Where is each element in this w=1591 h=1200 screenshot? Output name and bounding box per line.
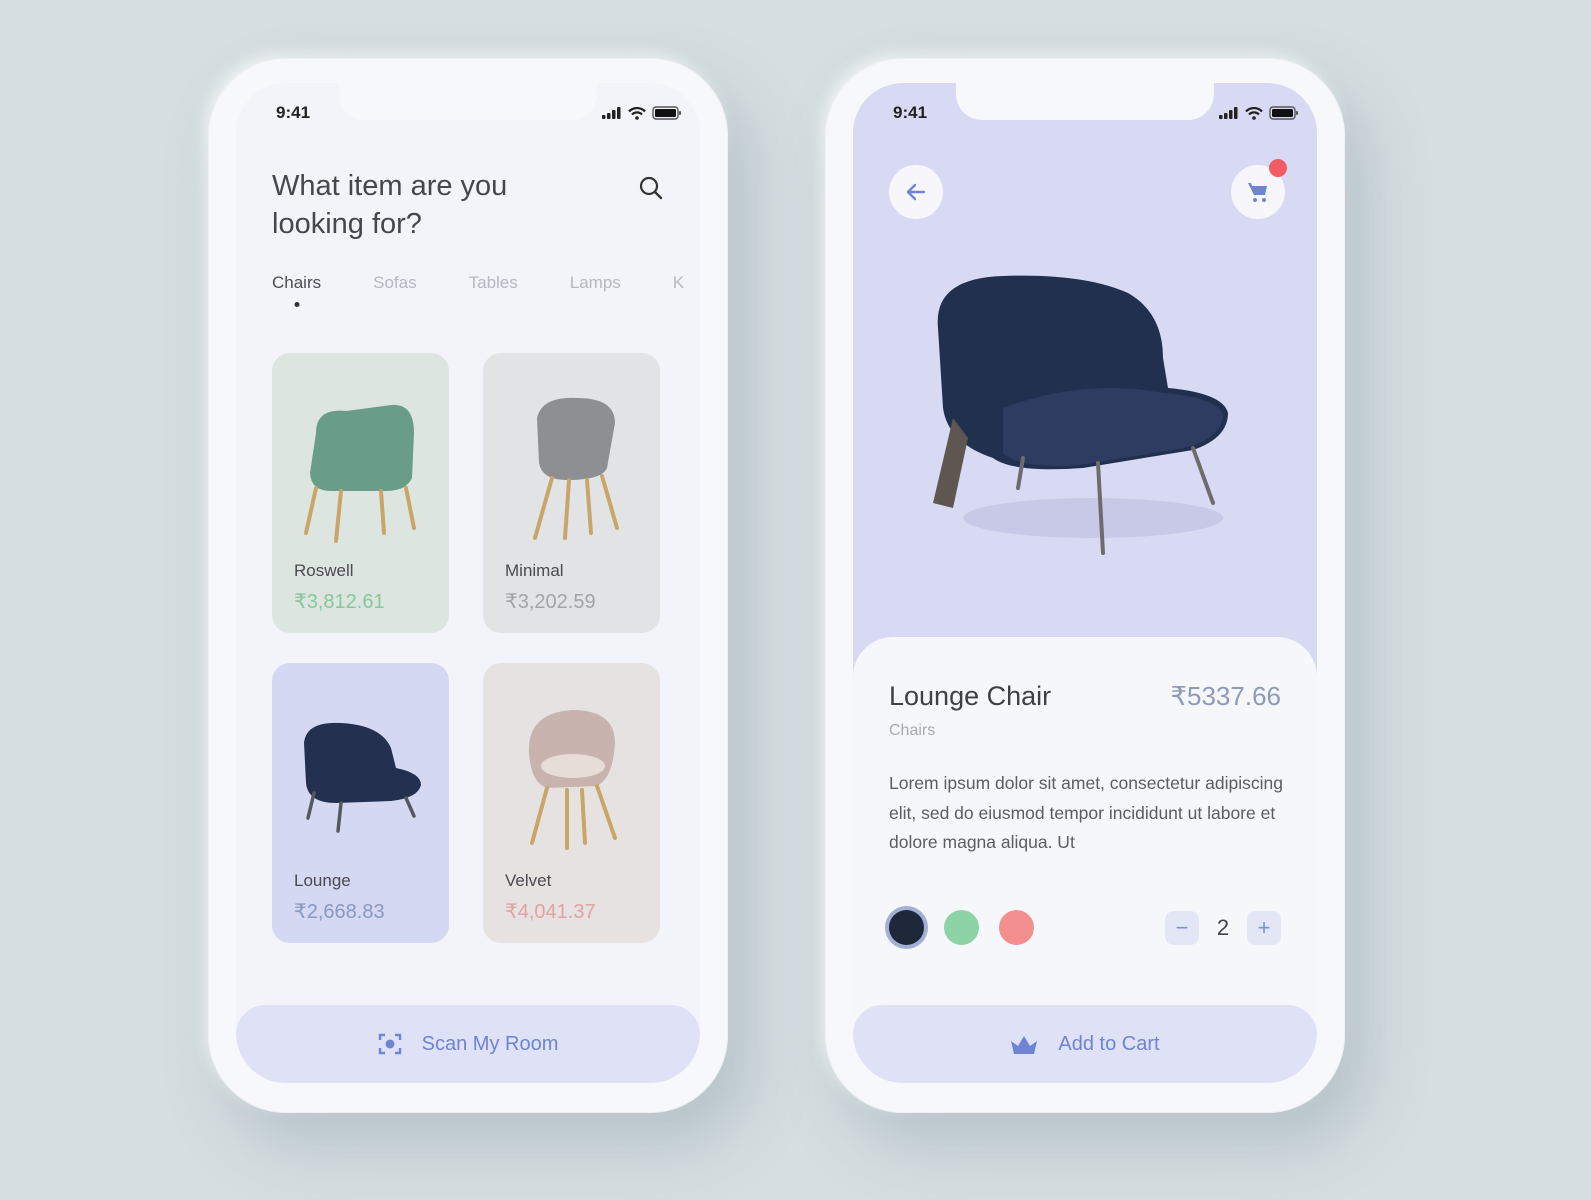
product-title: Lounge Chair <box>889 681 1052 711</box>
product-image <box>483 683 660 873</box>
wifi-icon <box>1245 106 1263 120</box>
scan-icon <box>378 1033 401 1055</box>
product-name: Minimal <box>505 561 564 580</box>
battery-icon <box>652 106 681 120</box>
basket-icon <box>1011 1036 1038 1054</box>
color-swatch-green[interactable] <box>944 910 979 945</box>
cart-notification-badge <box>1269 159 1287 177</box>
tab-chairs[interactable]: Chairs <box>272 273 321 293</box>
quantity-value: 2 <box>1216 915 1230 940</box>
cart-icon <box>1248 183 1267 202</box>
phone-detail: 9:41 Lounge Chair ₹5337.66 Chairs Lorem … <box>825 58 1345 1113</box>
product-hero-image <box>933 275 1228 555</box>
product-category: Chairs <box>889 722 936 739</box>
product-name: Lounge <box>294 871 351 890</box>
product-image <box>483 373 660 563</box>
color-swatch-pink[interactable] <box>999 910 1034 945</box>
scan-my-room-label: Scan My Room <box>421 1032 559 1055</box>
signal-icon <box>1219 107 1238 119</box>
status-bar: 9:41 <box>276 103 682 123</box>
arrow-left-icon <box>906 183 926 201</box>
product-card-roswell[interactable]: Roswell ₹3,812.61 <box>272 353 449 633</box>
product-price: ₹2,668.83 <box>294 901 385 923</box>
status-time: 9:41 <box>276 103 311 122</box>
add-to-cart-label: Add to Cart <box>1058 1032 1160 1055</box>
product-card-minimal[interactable]: Minimal ₹3,202.59 <box>483 353 660 633</box>
tab-more[interactable]: K <box>673 273 684 293</box>
cart-button[interactable] <box>1231 159 1287 219</box>
product-name: Velvet <box>505 871 552 890</box>
product-price: ₹3,812.61 <box>294 591 385 613</box>
signal-icon <box>602 107 621 119</box>
phone-browse: 9:41 What item are you looking for? Chai… <box>208 58 728 1113</box>
decrement-button[interactable]: − <box>1165 911 1199 945</box>
category-tabs: Chairs Sofas Tables Lamps K <box>272 273 700 293</box>
product-card-velvet[interactable]: Velvet ₹4,041.37 <box>483 663 660 943</box>
product-description: Lorem ipsum dolor sit amet, consectetur … <box>889 773 1283 852</box>
scan-my-room-button[interactable]: Scan My Room <box>236 1005 700 1083</box>
add-to-cart-button[interactable]: Add to Cart <box>853 1005 1317 1083</box>
quantity-stepper: − 2 + <box>1165 911 1281 945</box>
product-name: Roswell <box>294 561 354 580</box>
increment-button[interactable]: + <box>1247 911 1281 945</box>
product-price: ₹4,041.37 <box>505 901 596 923</box>
product-price: ₹5337.66 <box>1170 681 1281 711</box>
tab-lamps[interactable]: Lamps <box>570 273 621 293</box>
search-icon[interactable] <box>638 175 664 201</box>
product-image <box>272 373 449 563</box>
page-title: What item are you looking for? <box>272 170 508 240</box>
tab-tables[interactable]: Tables <box>469 273 518 293</box>
wifi-icon <box>628 106 646 120</box>
color-swatches <box>889 910 1034 945</box>
browse-screen: 9:41 What item are you looking for? Chai… <box>236 83 700 1083</box>
product-grid: Roswell ₹3,812.61 Minimal ₹3,202.59 Loun… <box>272 353 660 943</box>
product-card-lounge[interactable]: Lounge ₹2,668.83 <box>272 663 449 943</box>
status-bar: 9:41 <box>893 103 1299 123</box>
battery-icon <box>1269 106 1298 120</box>
back-button[interactable] <box>889 165 943 219</box>
status-time: 9:41 <box>893 103 928 122</box>
product-image <box>272 683 449 873</box>
tab-sofas[interactable]: Sofas <box>373 273 416 293</box>
detail-screen: 9:41 Lounge Chair ₹5337.66 Chairs Lorem … <box>853 83 1317 1083</box>
product-price: ₹3,202.59 <box>505 591 596 613</box>
color-swatch-navy[interactable] <box>889 910 924 945</box>
